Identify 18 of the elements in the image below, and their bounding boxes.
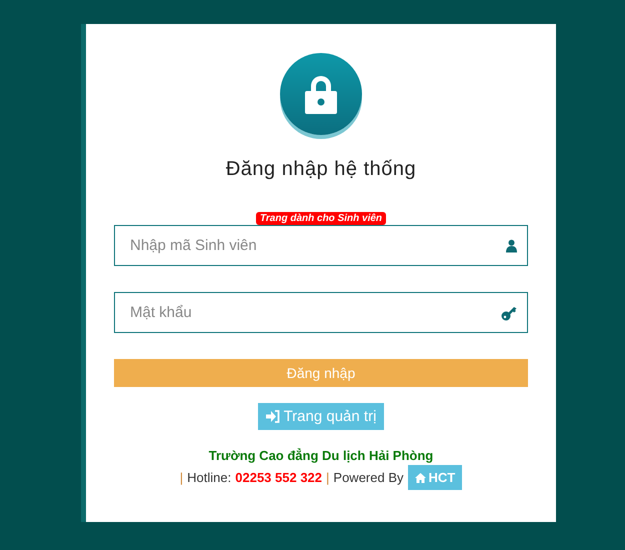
powered-by-label: Powered By	[333, 470, 404, 485]
student-badge: Trang dành cho Sinh viên	[256, 212, 386, 225]
credit-button[interactable]: HCT	[408, 465, 462, 490]
separator: |	[180, 470, 184, 485]
admin-button[interactable]: Trang quản trị	[258, 403, 384, 430]
hotline-number: 02253 552 322	[235, 470, 322, 485]
password-field[interactable]: Mật khẩu	[114, 292, 528, 333]
key-icon	[501, 304, 517, 320]
login-button[interactable]: Đăng nhập	[114, 359, 528, 387]
hotline-label: Hotline:	[187, 470, 232, 485]
separator: |	[326, 470, 330, 485]
lock-icon	[302, 74, 340, 114]
sign-in-icon	[266, 410, 280, 423]
home-icon	[414, 472, 426, 482]
student-id-field[interactable]: Nhập mã Sinh viên	[114, 225, 528, 266]
login-title: Đăng nhập hệ thống	[226, 158, 416, 181]
school-name: Trường Cao đẳng Du lịch Hải Phòng	[208, 448, 434, 463]
user-icon	[506, 239, 517, 252]
